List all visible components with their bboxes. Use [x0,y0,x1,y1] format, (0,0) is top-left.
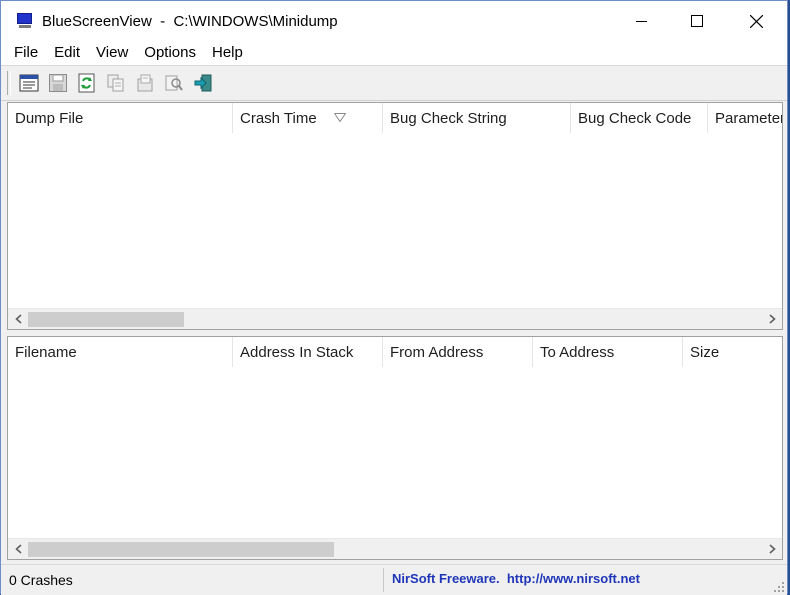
scrollbar-thumb[interactable] [28,312,184,327]
menu-edit[interactable]: Edit [46,41,88,65]
crash-list-hscrollbar[interactable] [8,308,782,329]
crash-count: 0 Crashes [9,572,73,588]
main-window: BlueScreenView - C:\WINDOWS\Minidump Fil… [0,0,788,595]
column-label: Bug Check Code [578,109,692,127]
sort-descending-icon [334,113,346,122]
toolbar-grip[interactable] [7,71,11,95]
bluescreenview-app-icon[interactable] [16,13,34,29]
properties-button[interactable] [17,71,41,95]
driver-list[interactable]: Filename Address In Stack From Address T… [7,336,783,560]
copy-button[interactable] [104,71,128,95]
chevron-right-icon [768,314,776,324]
column-parameter[interactable]: Parameter [708,103,783,133]
column-label: Bug Check String [390,109,507,127]
chevron-left-icon [14,544,22,554]
properties-icon [19,74,39,92]
column-bug-check-code[interactable]: Bug Check Code [571,103,708,133]
column-bug-check-string[interactable]: Bug Check String [383,103,571,133]
crash-list[interactable]: Dump File Crash Time Bug Check String Bu… [7,102,783,330]
crash-list-header: Dump File Crash Time Bug Check String Bu… [8,103,783,133]
chevron-left-icon [14,314,22,324]
menu-options[interactable]: Options [136,41,204,65]
refresh-button[interactable] [75,71,99,95]
status-divider [383,568,384,592]
nirsoft-link[interactable]: NirSoft Freeware. http://www.nirsoft.net [392,565,640,593]
driver-list-header: Filename Address In Stack From Address T… [8,337,782,367]
save-icon [49,74,67,92]
resize-grip-icon[interactable] [773,581,785,593]
column-from-address[interactable]: From Address [383,337,533,367]
scroll-left-button[interactable] [8,539,28,559]
driver-list-hscrollbar[interactable] [8,538,782,559]
scroll-left-button[interactable] [8,309,28,329]
title-bar[interactable]: BlueScreenView - C:\WINDOWS\Minidump [1,1,787,41]
scroll-right-button[interactable] [762,309,782,329]
html-report-icon [137,74,153,92]
html-report-button[interactable] [133,71,157,95]
status-bar: 0 Crashes NirSoft Freeware. http://www.n… [1,564,787,595]
menu-help[interactable]: Help [204,41,251,65]
maximize-button[interactable] [668,1,726,41]
menu-view[interactable]: View [88,41,136,65]
column-size[interactable]: Size [683,337,782,367]
exit-icon [194,74,212,92]
column-address-in-stack[interactable]: Address In Stack [233,337,383,367]
column-label: Filename [15,343,77,361]
column-label: From Address [390,343,484,361]
find-icon [165,75,183,91]
minimize-button[interactable] [613,1,671,41]
menu-bar: File Edit View Options Help [1,41,787,65]
column-label: To Address [540,343,615,361]
column-to-address[interactable]: To Address [533,337,683,367]
refresh-icon [78,73,95,93]
column-label: Size [690,343,720,361]
column-dump-file[interactable]: Dump File [8,103,233,133]
column-filename[interactable]: Filename [8,337,233,367]
close-button[interactable] [727,1,785,41]
exit-button[interactable] [191,71,215,95]
chevron-right-icon [768,544,776,554]
copy-icon [107,74,124,92]
scroll-right-button[interactable] [762,539,782,559]
scrollbar-thumb[interactable] [28,542,334,557]
find-button[interactable] [162,71,186,95]
maximize-icon [691,15,703,27]
window-title: BlueScreenView - C:\WINDOWS\Minidump [42,12,338,30]
column-label: Crash Time [240,109,317,127]
toolbar [1,65,787,101]
column-label: Parameter [715,109,783,127]
column-label: Address In Stack [240,343,354,361]
save-button[interactable] [46,71,70,95]
column-crash-time[interactable]: Crash Time [233,103,383,133]
column-label: Dump File [15,109,84,127]
minimize-icon [636,21,647,22]
menu-file[interactable]: File [6,41,46,65]
close-icon [749,14,763,28]
